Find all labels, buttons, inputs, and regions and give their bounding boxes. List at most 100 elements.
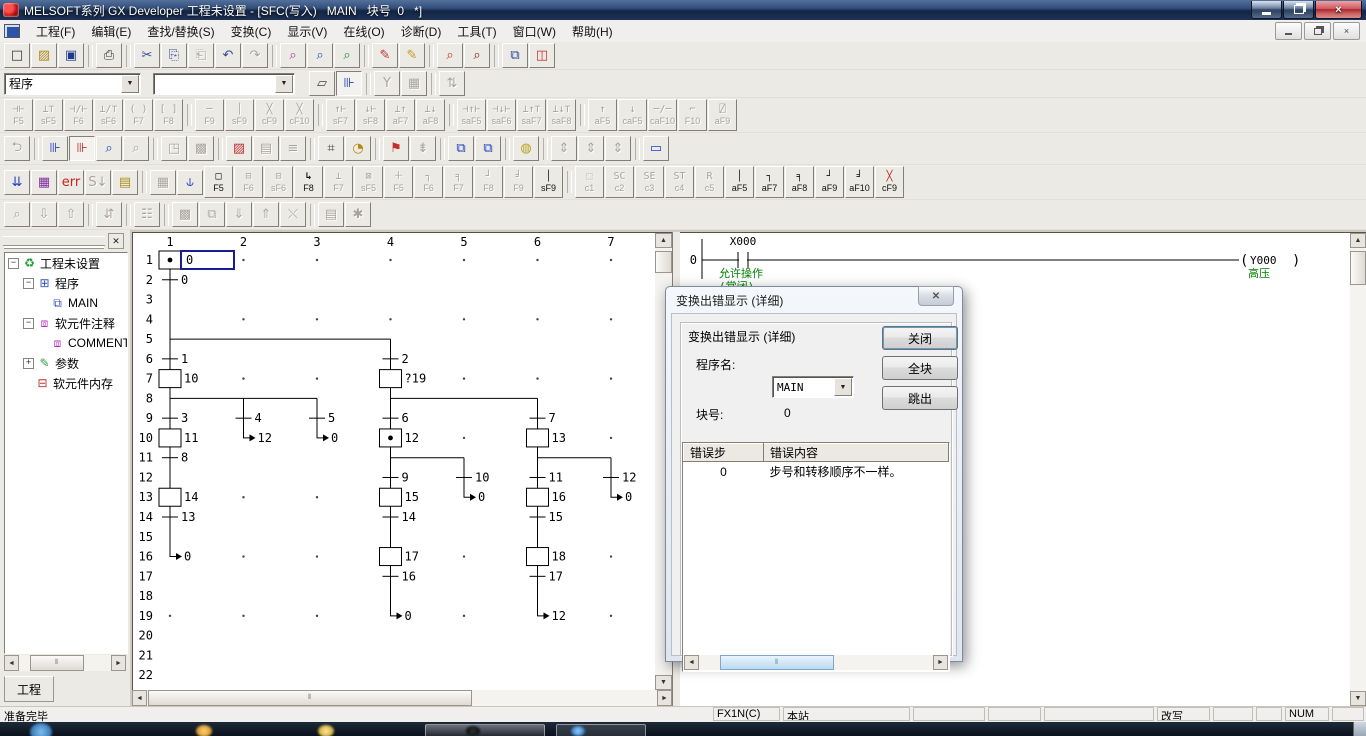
new-project-icon-button[interactable]: □ — [4, 43, 30, 68]
sfc-transition[interactable]: 14 — [383, 510, 416, 524]
open-project-icon-button[interactable]: ▨ — [31, 43, 57, 68]
undo-icon-button[interactable]: ↶ — [215, 43, 241, 68]
scroll-thumb[interactable]: ⦀ — [30, 655, 84, 671]
saF7-button[interactable]: ⊥↑⊤saF7 — [517, 99, 546, 131]
tree-item-sfc-program[interactable]: ⧉MAIN — [5, 293, 127, 313]
sfc-vline-write-button[interactable]: │aF5 — [725, 166, 754, 198]
sfc-block-parameter-icon-button[interactable]: ▤ — [112, 170, 138, 195]
aF7-button[interactable]: ⊥↑aF7 — [386, 99, 415, 131]
scroll-thumb[interactable]: ⦀ — [148, 690, 472, 706]
sfc-block-convert-icon-button[interactable]: ⇊ — [4, 170, 30, 195]
sfc-transition[interactable]: 6 — [383, 411, 409, 425]
menu-v[interactable]: 显示(V) — [279, 20, 335, 43]
step-trace-icon-button[interactable]: ⇵ — [96, 202, 122, 227]
sfc-par-divergence-button[interactable]: ╕F7 — [444, 166, 473, 198]
scroll-up-button[interactable]: ▲ — [1350, 233, 1366, 248]
mdi-close-button[interactable]: × — [1333, 22, 1360, 40]
sfc-step[interactable]: 17 — [380, 548, 419, 566]
project-data-list-icon-button[interactable]: ⧉ — [502, 43, 528, 68]
scroll-right-button[interactable]: ► — [933, 655, 948, 670]
sfc-step[interactable]: 13 — [527, 429, 566, 447]
monitor-globe-icon-button[interactable]: ◍ — [513, 136, 539, 161]
tree-item-device-memory[interactable]: ⊟软元件内存 — [5, 373, 127, 393]
device-use-list-icon-button[interactable]: ⌗ — [318, 136, 344, 161]
menu-e[interactable]: 编辑(E) — [83, 20, 139, 43]
find-next-up-icon-button[interactable]: ⇧ — [58, 202, 84, 227]
sfc-transition[interactable]: 0 — [162, 273, 188, 287]
scroll-left-button[interactable]: ◄ — [4, 655, 19, 671]
combo-dropdown-icon-2[interactable]: ▼ — [275, 75, 293, 93]
taskbar-icon-folder[interactable] — [196, 725, 212, 736]
sfc-step[interactable]: 15 — [380, 488, 419, 506]
zoom-monitor-1-icon-button[interactable]: ⌕ — [437, 43, 463, 68]
device-test-write-2-icon-button[interactable]: ✎ — [399, 43, 425, 68]
menu-h[interactable]: 帮助(H) — [564, 20, 621, 43]
sF8-button[interactable]: ↓⊢sF8 — [356, 99, 385, 131]
panel-grip[interactable] — [3, 236, 105, 246]
F7-button[interactable]: ( )F7 — [124, 99, 153, 131]
minimize-button[interactable] — [1251, 1, 1282, 19]
sfc-step[interactable]: 14 — [159, 488, 198, 506]
print-icon-button[interactable]: ⎙ — [96, 43, 122, 68]
sfc-hscrollbar[interactable]: ◄ ► ⦀ — [132, 690, 672, 706]
show-desktop-button[interactable] — [1353, 722, 1366, 736]
sfc-zoom-view-icon-button[interactable]: ⊪ — [69, 136, 95, 161]
saF6-button[interactable]: ⊣↓⊢saF6 — [487, 99, 516, 131]
aF8-button[interactable]: ⊥↓aF8 — [416, 99, 445, 131]
sfc-sel-divergence-button[interactable]: ┐F6 — [414, 166, 443, 198]
jump-button[interactable]: 跳出 — [882, 386, 958, 410]
mdi-minimize-button[interactable] — [1275, 22, 1302, 40]
scroll-left-button[interactable]: ◄ — [132, 690, 147, 706]
scroll-down-button[interactable]: ▼ — [655, 675, 672, 690]
line-up-icon-button[interactable]: ⇕ — [551, 136, 577, 161]
sfc-par-div-write-button[interactable]: ╕aF8 — [785, 166, 814, 198]
scroll-left-button[interactable]: ◄ — [684, 655, 699, 670]
sfc-par-convergence-button[interactable]: ╛F9 — [504, 166, 533, 198]
sfc-block-step-button[interactable]: ⊟F6 — [234, 166, 263, 198]
scroll-thumb[interactable] — [1350, 251, 1366, 285]
menu-s[interactable]: 查找/替换(S) — [139, 20, 222, 43]
close-dialog-button[interactable]: 关闭 — [882, 326, 958, 350]
sfc-par-conv-write-button[interactable]: ╛aF10 — [845, 166, 874, 198]
sfc-sort-icon-button[interactable]: ⫝ — [177, 170, 203, 195]
ladder-vscrollbar[interactable]: ▲ ▼ — [1350, 232, 1366, 706]
sfc-transition[interactable]: 13 — [162, 510, 195, 524]
scroll-thumb[interactable]: ⦀ — [720, 655, 834, 670]
find-block-icon-button[interactable]: ⌕ — [123, 136, 149, 161]
device-test-write-icon-button[interactable]: ✎ — [372, 43, 398, 68]
sfc-transition[interactable]: 11 — [530, 470, 563, 484]
set-flag-icon-button[interactable]: ⚑ — [383, 136, 409, 161]
scroll-right-button[interactable]: ► — [111, 655, 126, 671]
sfc-vline-button[interactable]: │sF9 — [534, 166, 563, 198]
sfc-step-button[interactable]: □F5 — [204, 166, 233, 198]
expand-icon[interactable]: + — [23, 358, 34, 369]
redo-icon-button[interactable]: ↷ — [242, 43, 268, 68]
project-tab[interactable]: 工程 — [4, 676, 54, 702]
block-move-down-icon-button[interactable]: ⇓ — [226, 202, 252, 227]
error-list[interactable]: 错误步 错误内容 0步号和转移顺序不一样。 ◄ ► ⦀ — [682, 442, 950, 672]
paste-icon-button[interactable]: ⎗ — [188, 43, 214, 68]
sfc-transition[interactable]: 4 — [236, 411, 262, 425]
all-blocks-button[interactable]: 全块 — [882, 356, 958, 380]
mdi-system-icon[interactable] — [4, 24, 20, 38]
taskbar-icon-2[interactable] — [318, 725, 334, 736]
sfc-rule-sc-button[interactable]: SCc2 — [605, 166, 634, 198]
document-print-icon-button[interactable]: ▤ — [318, 202, 344, 227]
error-list-hscrollbar[interactable]: ◄ ► ⦀ — [684, 655, 948, 670]
scroll-right-button[interactable]: ► — [657, 690, 672, 706]
menu-f[interactable]: 工程(F) — [28, 20, 83, 43]
sfc-sel-conv-write-button[interactable]: ┘aF9 — [815, 166, 844, 198]
matrix-view-icon-button[interactable]: ▦ — [401, 71, 427, 96]
find-binoculars-icon-button[interactable]: ⌕ — [4, 202, 30, 227]
window-switch-icon-button[interactable]: ⮌ — [4, 136, 30, 161]
contact-coil-find-icon-button[interactable]: ☷ — [134, 202, 160, 227]
sfc-transition[interactable]: 9 — [383, 470, 409, 484]
sfc-transition[interactable]: 3 — [162, 411, 188, 425]
scroll-thumb[interactable] — [655, 251, 672, 273]
zoom-monitor-2-icon-button[interactable]: ⌕ — [464, 43, 490, 68]
F6-button[interactable]: ⊣/⊢F6 — [64, 99, 93, 131]
scroll-down-icon-button[interactable]: ⇟ — [410, 136, 436, 161]
menu-t[interactable]: 工具(T) — [449, 20, 504, 43]
dialog-close-button[interactable]: ✕ — [918, 286, 954, 306]
find-next-down-icon-button[interactable]: ⇩ — [31, 202, 57, 227]
